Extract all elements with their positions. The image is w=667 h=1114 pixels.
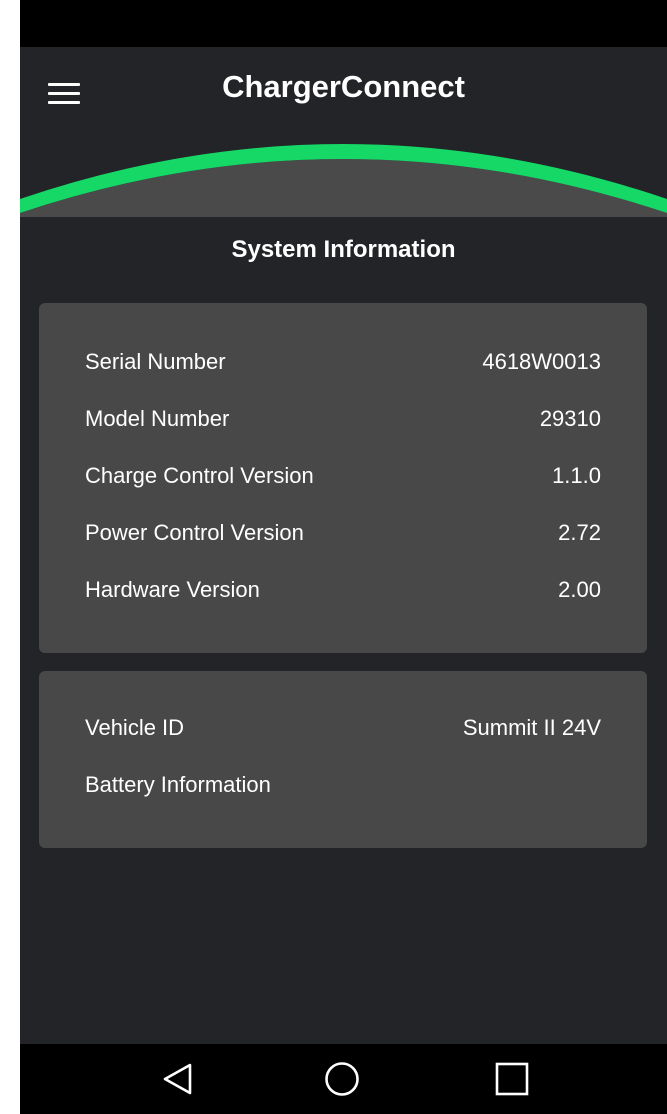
back-triangle-icon[interactable] — [153, 1056, 203, 1102]
back-triangle-glyph — [163, 1063, 192, 1095]
system-navigation-bar — [20, 1044, 667, 1114]
app-header: ChargerConnect — [20, 47, 667, 217]
info-row-model-number: Model Number 29310 — [85, 404, 601, 434]
app-title: ChargerConnect — [222, 69, 465, 104]
info-value: 1.1.0 — [552, 463, 601, 488]
info-label: Charge Control Version — [85, 463, 314, 488]
info-value: 2.72 — [558, 520, 601, 545]
info-value: Summit II 24V — [462, 715, 601, 740]
system-info-card: Serial Number 4618W0013 Model Number 293… — [39, 303, 647, 653]
info-label: Hardware Version — [85, 577, 260, 602]
recents-square-glyph — [495, 1062, 529, 1096]
home-circle-icon[interactable] — [317, 1056, 367, 1102]
info-row-vehicle-id: Vehicle ID Summit II 24V — [85, 713, 601, 743]
info-row-charge-control-version: Charge Control Version 1.1.0 — [85, 461, 601, 491]
info-label: Model Number — [85, 406, 230, 431]
home-circle-glyph — [325, 1062, 359, 1096]
info-value: 2.00 — [558, 577, 601, 602]
status-bar — [20, 0, 667, 47]
vehicle-info-card: Vehicle ID Summit II 24V Battery Informa… — [39, 671, 647, 848]
info-row-serial-number: Serial Number 4618W0013 — [85, 347, 601, 377]
info-label: Power Control Version — [85, 520, 304, 545]
info-row-hardware-version: Hardware Version 2.00 — [85, 575, 601, 605]
info-value: 29310 — [539, 406, 601, 431]
info-label: Battery Information — [85, 772, 271, 797]
info-value: 4618W0013 — [482, 349, 601, 374]
info-label: Vehicle ID — [85, 715, 185, 740]
page-title: System Information — [231, 236, 456, 263]
info-row-power-control-version: Power Control Version 2.72 — [85, 518, 601, 548]
recents-square-icon[interactable] — [487, 1056, 537, 1102]
phone-screen: ChargerConnect System Information Serial… — [20, 0, 667, 1114]
battery-information-link[interactable]: Battery Information — [85, 770, 601, 800]
info-label: Serial Number — [85, 349, 226, 374]
